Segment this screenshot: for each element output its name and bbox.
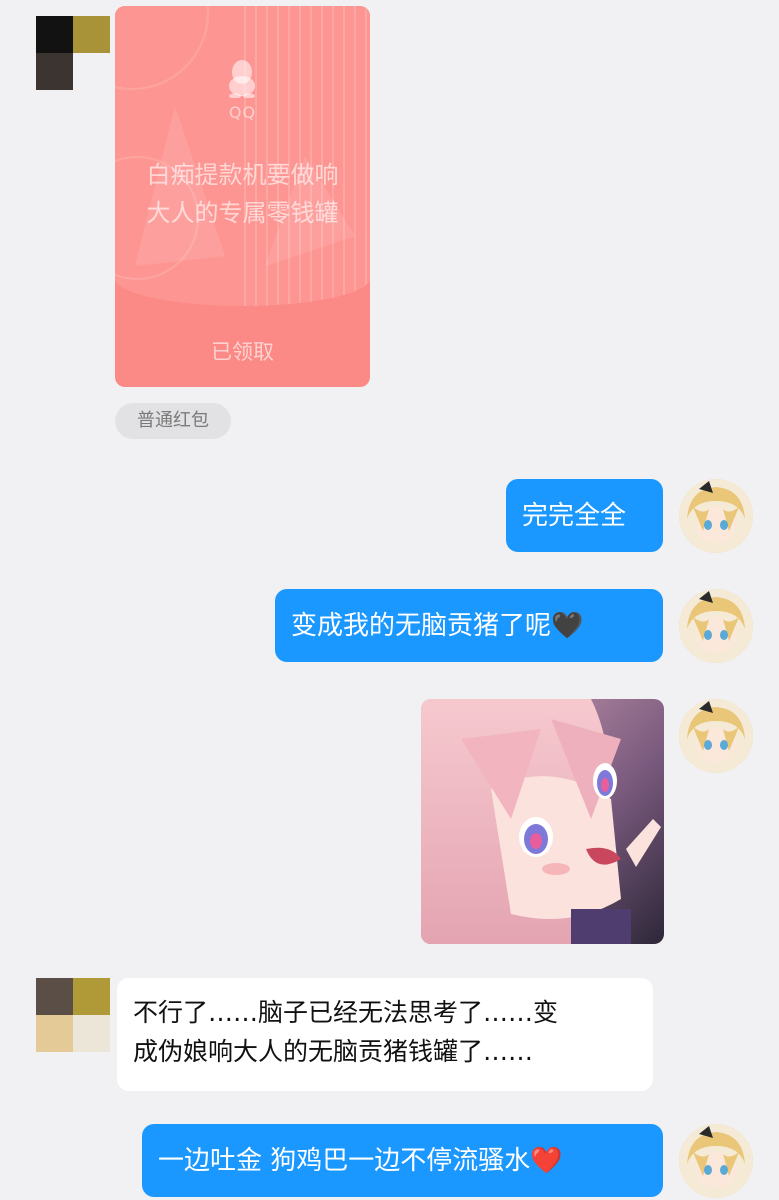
red-packet-message-line2: 大人的专属零钱罐	[146, 199, 339, 227]
contact-avatar[interactable]	[36, 978, 110, 1052]
red-packet-type-chip: 普通红包	[115, 403, 231, 439]
red-packet-message: 白痴提款机要做响 大人的专属零钱罐	[115, 156, 370, 232]
anime-girl-avatar-icon	[679, 1124, 753, 1198]
self-avatar[interactable]	[679, 699, 753, 773]
message-text: 一边吐金 狗鸡巴一边不停流骚水	[158, 1146, 531, 1176]
self-avatar[interactable]	[679, 589, 753, 663]
anime-girl-avatar-icon	[679, 479, 753, 553]
outgoing-message-bubble[interactable]: 完完全全	[506, 479, 663, 552]
anime-pink-hair-girl-image	[421, 699, 664, 944]
red-packet-card[interactable]: QQ 白痴提款机要做响 大人的专属零钱罐 已领取	[115, 6, 370, 387]
qq-penguin-icon	[229, 60, 255, 98]
red-packet-brand: QQ	[228, 103, 257, 122]
self-avatar[interactable]	[679, 1124, 753, 1198]
outgoing-message-bubble[interactable]: 变成我的无脑贡猪了呢🖤	[275, 589, 663, 662]
sent-image-message[interactable]	[421, 699, 664, 944]
message-text-line2: 成伪娘响大人的无脑贡猪钱罐了……	[133, 1037, 534, 1066]
red-packet-message-line1: 白痴提款机要做响	[146, 161, 339, 189]
incoming-message-bubble[interactable]: 不行了……脑子已经无法思考了……变 成伪娘响大人的无脑贡猪钱罐了……	[117, 978, 653, 1091]
contact-avatar[interactable]	[36, 16, 110, 90]
message-text: 完完全全	[522, 501, 627, 531]
self-avatar[interactable]	[679, 479, 753, 553]
message-text: 变成我的无脑贡猪了呢	[291, 611, 552, 641]
red-heart-emoji: ❤️	[530, 1146, 563, 1176]
anime-girl-avatar-icon	[679, 589, 753, 663]
red-packet-status: 已领取	[211, 340, 274, 364]
anime-girl-avatar-icon	[679, 699, 753, 773]
black-heart-emoji: 🖤	[551, 611, 584, 641]
message-text-line1: 不行了……脑子已经无法思考了……变	[133, 998, 559, 1027]
outgoing-message-bubble[interactable]: 一边吐金 狗鸡巴一边不停流骚水❤️	[142, 1124, 663, 1197]
